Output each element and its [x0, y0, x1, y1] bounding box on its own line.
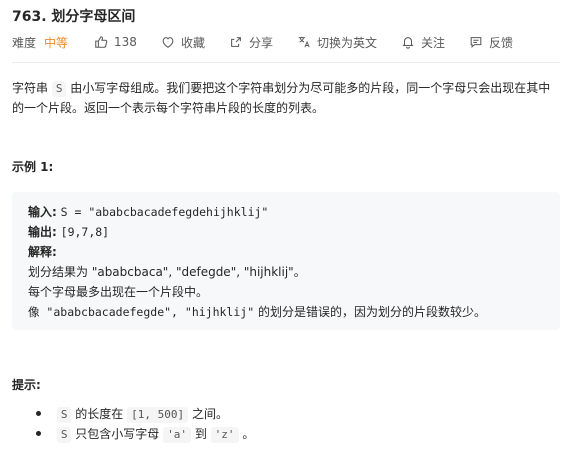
follow-label: 关注: [420, 35, 445, 50]
favorite-label: 收藏: [180, 35, 205, 50]
hint-code-s: S: [56, 407, 72, 423]
hint-text: 到: [194, 427, 207, 441]
example-output-value: [9,7,8]: [60, 225, 110, 239]
hint-text: 之间。: [191, 407, 228, 421]
header-divider: [12, 62, 560, 63]
bullet-icon: [36, 431, 41, 436]
share-label: 分享: [248, 35, 273, 50]
share-icon: [229, 35, 243, 49]
bell-icon: [401, 35, 415, 49]
heart-icon: [161, 35, 175, 49]
example-code-block: 输入: S = "ababcbacadefegdehijhklij" 输出: […: [12, 192, 560, 330]
feedback-button[interactable]: 反馈: [469, 34, 513, 51]
difficulty-label: 难度: [12, 35, 37, 50]
bullet-icon: [36, 411, 41, 416]
problem-page: 763. 划分字母区间 难度 中等 138 收藏 分享 切换为英文 关注 反馈 …: [0, 0, 570, 458]
example-explain-line-3-text: 的划分是错误的，因为划分的片段数较少。: [257, 305, 486, 319]
problem-meta-bar: 难度 中等 138 收藏 分享 切换为英文 关注 反馈: [12, 32, 560, 52]
translate-icon: [297, 35, 311, 49]
example-input-value: S = "ababcbacadefegdehijhklij": [60, 205, 269, 219]
hints-heading: 提示:: [12, 378, 41, 392]
problem-description: 字符串 S 由小写字母组成。我们要把这个字符串划分为尽可能多的片段，同一个字母只…: [12, 78, 560, 118]
example-explain-line-3: 像 "ababcbacadefegde", "hijhklij" 的划分是错误的…: [28, 302, 486, 322]
hint-item: S 只包含小写字母 'a' 到 'z' 。: [36, 424, 254, 444]
follow-button[interactable]: 关注: [401, 34, 445, 51]
hint-item: S 的长度在 [1, 500] 之间。: [36, 404, 254, 424]
example-heading: 示例 1:: [12, 160, 54, 174]
description-text-1: 字符串: [12, 81, 49, 95]
feedback-label: 反馈: [489, 35, 514, 50]
problem-title: 763. 划分字母区间: [12, 9, 136, 25]
hint-text: 的长度在: [75, 407, 124, 421]
example-explain-line-3-code: 像 "ababcbacadefegde", "hijhklij": [28, 305, 255, 319]
difficulty-badge: 中等: [44, 35, 69, 50]
hint-code-a: 'a': [163, 427, 191, 443]
example-output-label: 输出:: [28, 225, 57, 239]
hint-code-range: [1, 500]: [127, 407, 189, 423]
share-button[interactable]: 分享: [229, 34, 273, 51]
hint-code-s: S: [56, 427, 72, 443]
like-count: 138: [114, 35, 137, 49]
example-explain-line-2: 每个字母最多出现在一个片段中。: [28, 285, 209, 299]
example-explain-label: 解释:: [28, 245, 57, 259]
favorite-button[interactable]: 收藏: [161, 34, 205, 51]
example-output-line: 输出: [9,7,8]: [28, 222, 486, 242]
example-input-label: 输入:: [28, 205, 57, 219]
hints-list: S 的长度在 [1, 500] 之间。 S 只包含小写字母 'a' 到 'z' …: [36, 404, 254, 444]
code-s: S: [51, 81, 67, 97]
example-explain-line-1: 划分结果为 "ababcbaca", "defegde", "hijhklij"…: [28, 265, 306, 279]
hint-text: 。: [242, 427, 255, 441]
example-input-line: 输入: S = "ababcbacadefegdehijhklij": [28, 202, 486, 222]
translate-label: 切换为英文: [316, 35, 377, 50]
hint-text: 只包含小写字母: [75, 427, 160, 441]
feedback-icon: [469, 35, 483, 49]
hint-code-z: 'z': [210, 427, 239, 443]
thumbs-up-icon: [94, 35, 108, 49]
like-button[interactable]: 138: [94, 35, 137, 49]
description-text-2: 由小写字母组成。我们要把这个字符串划分为尽可能多的片段，同一个字母只会出现在其中…: [12, 81, 551, 115]
translate-button[interactable]: 切换为英文: [297, 34, 377, 51]
